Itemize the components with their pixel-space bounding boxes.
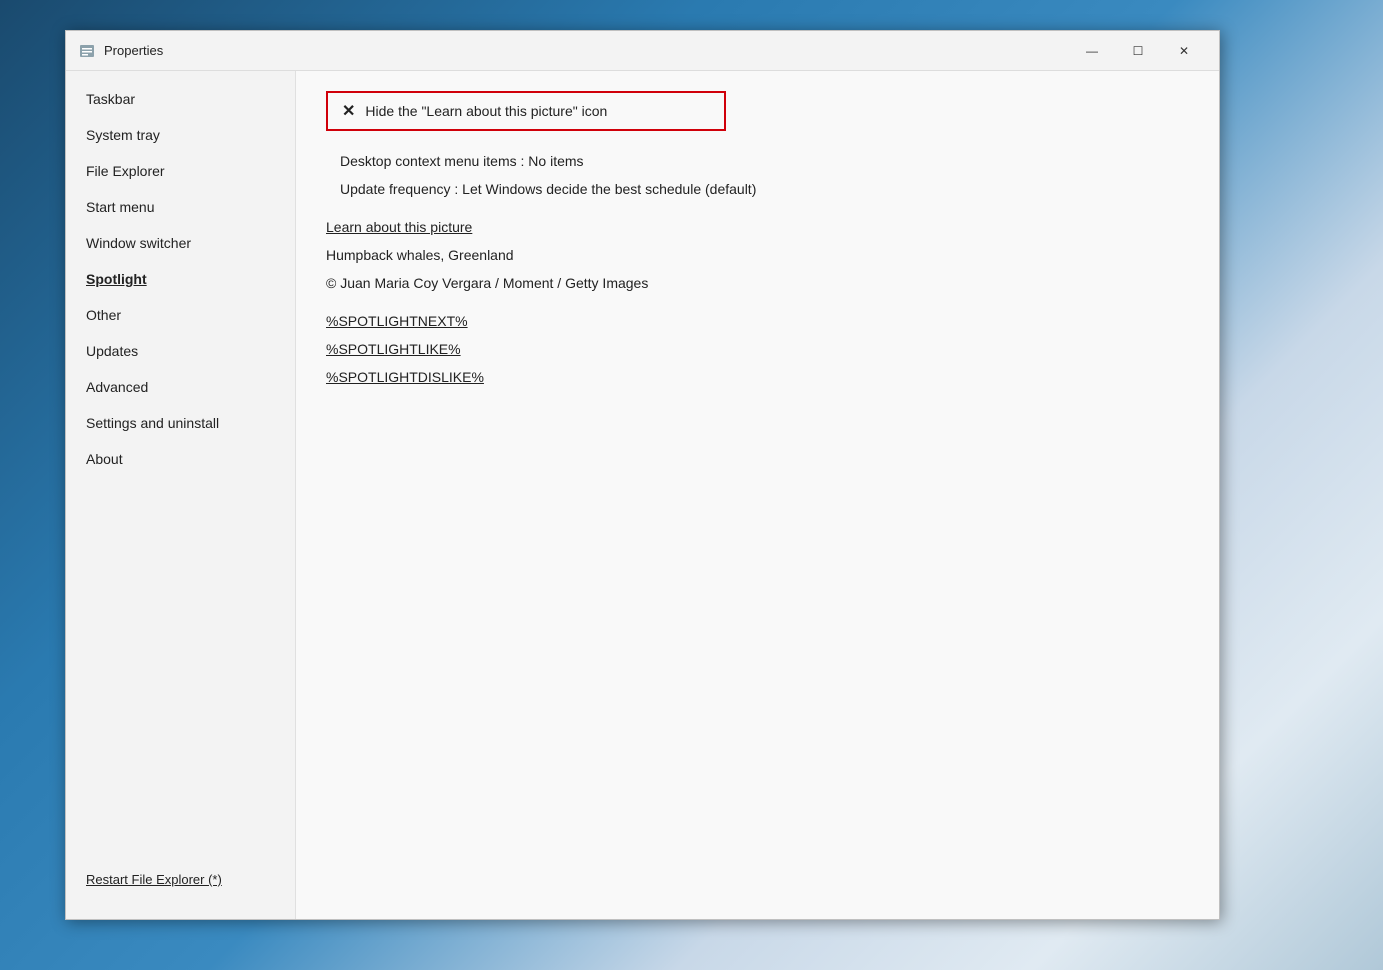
picture-title-row: Humpback whales, Greenland bbox=[326, 241, 1189, 269]
sidebar-item-spotlight[interactable]: Spotlight bbox=[66, 261, 295, 297]
update-frequency-row: Update frequency : Let Windows decide th… bbox=[326, 175, 1189, 203]
sidebar-item-start-menu[interactable]: Start menu bbox=[66, 189, 295, 225]
sidebar-item-system-tray[interactable]: System tray bbox=[66, 117, 295, 153]
spotlight-like-link[interactable]: %SPOTLIGHTLIKE% bbox=[326, 335, 1189, 363]
content-area: ✕ Hide the "Learn about this picture" ic… bbox=[296, 71, 1219, 919]
sidebar-item-window-switcher[interactable]: Window switcher bbox=[66, 225, 295, 261]
window-body: TaskbarSystem trayFile ExplorerStart men… bbox=[66, 71, 1219, 919]
desktop-context-row: Desktop context menu items : No items bbox=[326, 147, 1189, 175]
maximize-button[interactable]: ☐ bbox=[1115, 35, 1161, 67]
restart-file-explorer-link[interactable]: Restart File Explorer (*) bbox=[86, 872, 222, 887]
sidebar-item-taskbar[interactable]: Taskbar bbox=[66, 81, 295, 117]
window-controls: — ☐ ✕ bbox=[1069, 35, 1207, 67]
sidebar-item-other[interactable]: Other bbox=[66, 297, 295, 333]
app-icon bbox=[78, 42, 96, 60]
learn-about-picture-link[interactable]: Learn about this picture bbox=[326, 213, 1189, 241]
sidebar: TaskbarSystem trayFile ExplorerStart men… bbox=[66, 71, 296, 919]
titlebar: Properties — ☐ ✕ bbox=[66, 31, 1219, 71]
sidebar-item-file-explorer[interactable]: File Explorer bbox=[66, 153, 295, 189]
spotlight-dislike-link[interactable]: %SPOTLIGHTDISLIKE% bbox=[326, 363, 1189, 391]
sidebar-item-advanced[interactable]: Advanced bbox=[66, 369, 295, 405]
hide-icon-checkbox-row[interactable]: ✕ Hide the "Learn about this picture" ic… bbox=[326, 91, 726, 131]
sidebar-item-about[interactable]: About bbox=[66, 441, 295, 477]
close-button[interactable]: ✕ bbox=[1161, 35, 1207, 67]
properties-window: Properties — ☐ ✕ TaskbarSystem trayFile … bbox=[65, 30, 1220, 920]
sidebar-nav: TaskbarSystem trayFile ExplorerStart men… bbox=[66, 81, 295, 477]
spotlight-next-link[interactable]: %SPOTLIGHTNEXT% bbox=[326, 307, 1189, 335]
checkbox-x-icon: ✕ bbox=[342, 101, 355, 121]
copyright-row: © Juan Maria Coy Vergara / Moment / Gett… bbox=[326, 269, 1189, 297]
sidebar-item-settings-and-uninstall[interactable]: Settings and uninstall bbox=[66, 405, 295, 441]
hide-icon-label: Hide the "Learn about this picture" icon bbox=[365, 103, 607, 119]
sidebar-footer: Restart File Explorer (*) bbox=[66, 861, 295, 909]
window-title: Properties bbox=[104, 43, 1069, 58]
minimize-button[interactable]: — bbox=[1069, 35, 1115, 67]
sidebar-item-updates[interactable]: Updates bbox=[66, 333, 295, 369]
